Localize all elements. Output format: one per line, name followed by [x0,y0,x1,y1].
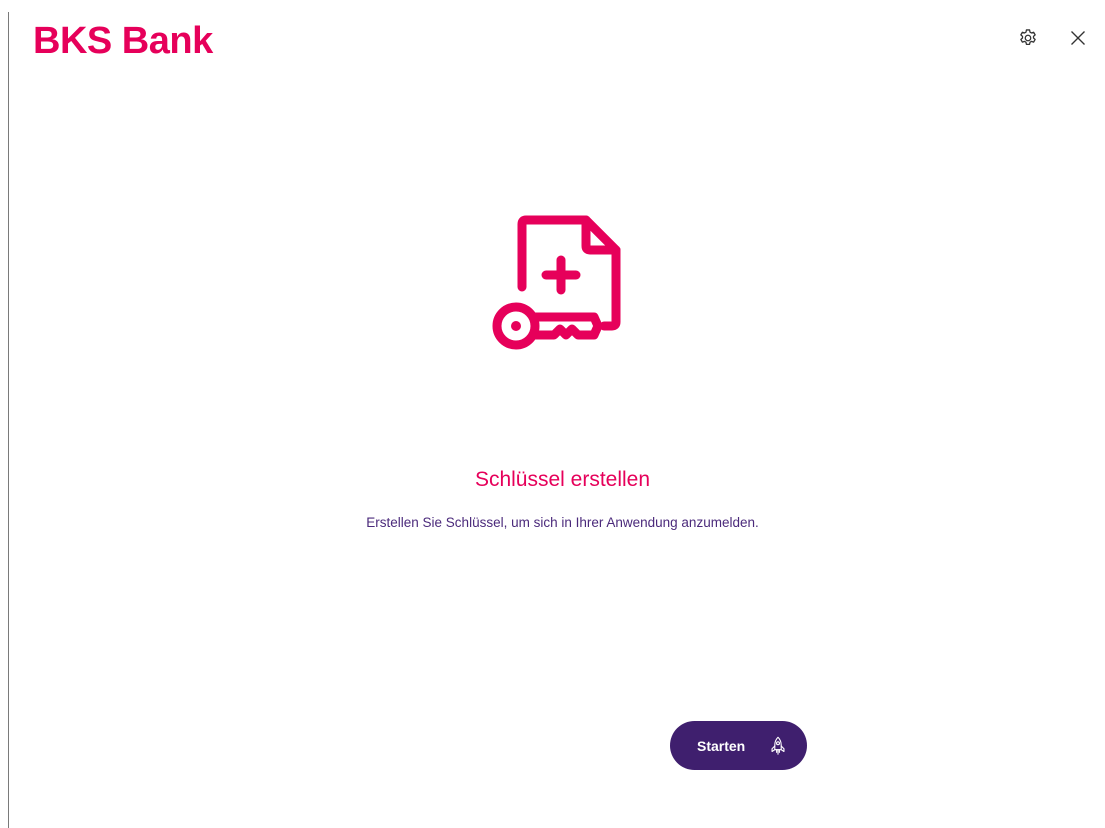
app-window: BKS Bank Schlüssel erstellen Erstellen S… [0,0,1105,828]
page-description: Erstellen Sie Schlüssel, um sich in Ihre… [366,515,759,530]
close-button[interactable] [1064,24,1092,52]
rocket-icon [767,735,789,757]
start-button-label: Starten [697,737,746,754]
page-title: Schlüssel erstellen [474,468,651,491]
close-icon [1071,31,1085,45]
gear-icon [1020,29,1036,46]
document-key-plus-icon [486,208,634,354]
settings-button[interactable] [1014,24,1042,52]
start-button[interactable]: Starten [670,721,807,770]
window-left-border [8,12,9,828]
brand-logo: BKS Bank [33,20,213,62]
